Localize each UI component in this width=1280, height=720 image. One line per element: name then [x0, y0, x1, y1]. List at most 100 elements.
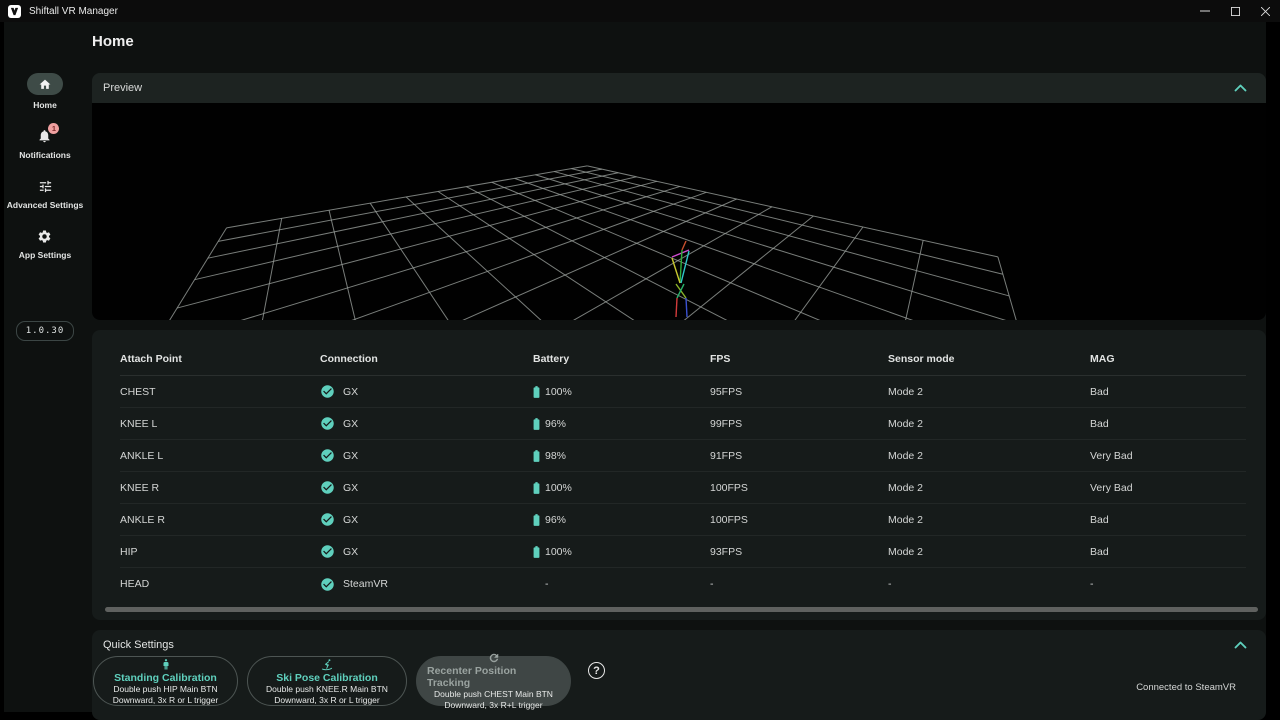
chevron-up-icon[interactable] [1233, 83, 1248, 93]
cell-attach-point: HEAD [120, 578, 320, 590]
standing-calibration-button[interactable]: Standing Calibration Double push HIP Mai… [93, 656, 238, 706]
cell-connection: GX [320, 384, 533, 399]
cell-mag: Bad [1090, 546, 1246, 558]
recenter-icon [488, 652, 500, 664]
cell-mag: Very Bad [1090, 482, 1246, 494]
cell-sensor-mode: Mode 2 [888, 418, 1090, 430]
app-logo-icon [8, 5, 21, 18]
quick-settings-header[interactable]: Quick Settings [92, 630, 1266, 651]
connected-check-icon [320, 512, 335, 527]
cell-battery: 100% [533, 386, 710, 398]
cell-mag: Bad [1090, 386, 1246, 398]
sliders-icon [38, 179, 53, 194]
sidebar-item-notifications[interactable]: 1 Notifications [19, 127, 70, 160]
cell-mag: - [1090, 578, 1246, 590]
preview-title: Preview [103, 82, 142, 94]
cell-battery: - [533, 578, 710, 590]
person-standing-icon [160, 657, 172, 671]
cell-attach-point: ANKLE L [120, 450, 320, 462]
table-row: KNEE R GX 100% 100FPS Mode 2 Very Bad [120, 472, 1246, 504]
battery-icon [533, 482, 540, 494]
window-title: Shiftall VR Manager [29, 6, 118, 17]
col-attach-point: Attach Point [120, 353, 320, 365]
steamvr-status: Connected to SteamVR [1136, 682, 1236, 693]
connected-check-icon [320, 448, 335, 463]
cell-battery: 96% [533, 514, 710, 526]
cell-attach-point: KNEE L [120, 418, 320, 430]
close-button[interactable] [1250, 0, 1280, 22]
notification-badge: 1 [48, 123, 59, 134]
preview-viewport[interactable] [92, 103, 1266, 320]
quick-settings-panel: Quick Settings Standing Calibration Doub… [92, 630, 1266, 720]
table-row: ANKLE L GX 98% 91FPS Mode 2 Very Bad [120, 440, 1246, 472]
battery-icon [533, 386, 540, 398]
cell-attach-point: KNEE R [120, 482, 320, 494]
col-sensor-mode: Sensor mode [888, 353, 1090, 365]
cell-fps: 93FPS [710, 546, 888, 558]
connected-check-icon [320, 544, 335, 559]
cell-connection: GX [320, 512, 533, 527]
tracker-table: Attach Point Connection Battery FPS Sens… [92, 330, 1266, 620]
cell-sensor-mode: - [888, 578, 1090, 590]
cell-fps: 100FPS [710, 514, 888, 526]
main-area: Home Preview Attach Point Connection Bat… [86, 22, 1266, 712]
table-header: Attach Point Connection Battery FPS Sens… [120, 330, 1246, 376]
battery-icon [533, 546, 540, 558]
connected-check-icon [320, 577, 335, 592]
cell-battery: 98% [533, 450, 710, 462]
cell-sensor-mode: Mode 2 [888, 482, 1090, 494]
cell-connection: SteamVR [320, 577, 533, 592]
ski-pose-calibration-button[interactable]: Ski Pose Calibration Double push KNEE.R … [247, 656, 407, 706]
preview-header[interactable]: Preview [92, 73, 1266, 103]
cell-mag: Bad [1090, 418, 1246, 430]
recenter-position-tracking-button[interactable]: Recenter Position Tracking Double push C… [416, 656, 571, 706]
tracking-3d-scene [92, 103, 1266, 320]
cell-battery: 100% [533, 482, 710, 494]
maximize-button[interactable] [1220, 0, 1250, 22]
connected-check-icon [320, 384, 335, 399]
table-row: KNEE L GX 96% 99FPS Mode 2 Bad [120, 408, 1246, 440]
cell-connection: GX [320, 416, 533, 431]
active-pill [27, 73, 63, 95]
battery-icon [533, 514, 540, 526]
cell-sensor-mode: Mode 2 [888, 450, 1090, 462]
home-icon [38, 78, 52, 91]
help-icon[interactable]: ? [588, 662, 605, 679]
sidebar-item-home[interactable]: Home [27, 73, 63, 110]
sidebar: Home 1 Notifications Advanced Settings A… [4, 22, 86, 712]
battery-icon [533, 450, 540, 462]
cell-mag: Bad [1090, 514, 1246, 526]
col-connection: Connection [320, 353, 533, 365]
table-row: CHEST GX 100% 95FPS Mode 2 Bad [120, 376, 1246, 408]
cell-sensor-mode: Mode 2 [888, 386, 1090, 398]
scrollbar-thumb[interactable] [105, 607, 1258, 612]
title-bar: Shiftall VR Manager [0, 0, 1280, 22]
cell-connection: GX [320, 480, 533, 495]
cell-fps: 100FPS [710, 482, 888, 494]
cell-battery: 100% [533, 546, 710, 558]
skier-icon [320, 657, 334, 671]
cell-fps: 95FPS [710, 386, 888, 398]
gear-icon [37, 229, 52, 244]
cell-connection: GX [320, 448, 533, 463]
cell-battery: 96% [533, 418, 710, 430]
horizontal-scrollbar[interactable] [105, 607, 1246, 612]
table-body: CHEST GX 100% 95FPS Mode 2 Bad KNEE L GX… [120, 376, 1246, 600]
connected-check-icon [320, 416, 335, 431]
minimize-button[interactable] [1190, 0, 1220, 22]
cell-sensor-mode: Mode 2 [888, 514, 1090, 526]
table-row: HIP GX 100% 93FPS Mode 2 Bad [120, 536, 1246, 568]
page-title: Home [92, 32, 1266, 52]
cell-fps: - [710, 578, 888, 590]
col-mag: MAG [1090, 353, 1246, 365]
table-row: HEAD SteamVR - - - - [120, 568, 1246, 600]
cell-attach-point: CHEST [120, 386, 320, 398]
quick-settings-title: Quick Settings [103, 639, 174, 651]
cell-attach-point: ANKLE R [120, 514, 320, 526]
table-row: ANKLE R GX 96% 100FPS Mode 2 Bad [120, 504, 1246, 536]
version-badge: 1.0.30 [16, 321, 75, 341]
sidebar-item-app-settings[interactable]: App Settings [19, 227, 71, 260]
sidebar-item-advanced-settings[interactable]: Advanced Settings [7, 177, 84, 210]
chevron-up-icon[interactable] [1233, 640, 1248, 650]
col-battery: Battery [533, 353, 710, 365]
